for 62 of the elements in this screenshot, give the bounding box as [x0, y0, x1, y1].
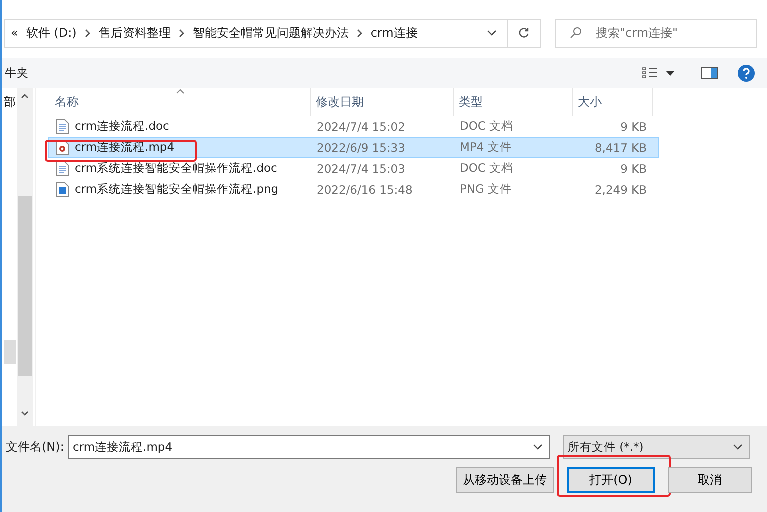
filename-value: crm连接流程.mp4: [73, 440, 173, 454]
view-options-icon[interactable]: [642, 67, 658, 79]
column-header[interactable]: 名称: [36, 88, 311, 116]
chevron-right-icon: [84, 28, 91, 38]
nav-item[interactable]: 部: [4, 94, 16, 111]
search-icon: [570, 26, 582, 38]
type-cell-text: MP4 文件: [459, 140, 513, 155]
type-cell-text: DOC 文档: [459, 161, 515, 176]
help-icon[interactable]: [738, 64, 755, 82]
size-cell-text: 8,417 KB: [594, 140, 648, 154]
type-cell-text: PNG 文件: [459, 182, 514, 197]
file-row[interactable]: crm连接流程.mp4 2022/6/9 15:33 MP4 文件 8,417 KB: [48, 137, 659, 158]
file-type-value: 所有文件 (*.*): [568, 440, 644, 454]
date-cell-text: 2024/7/4 15:02: [316, 120, 406, 134]
file-type-dropdown[interactable]: 所有文件 (*.*): [563, 435, 750, 459]
scroll-up-icon[interactable]: [21, 94, 29, 99]
scrollbar-thumb[interactable]: [18, 196, 32, 376]
date-cell-text: 2022/6/16 15:48: [316, 182, 414, 196]
image-file-icon: [56, 182, 69, 197]
chevron-down-icon: [533, 444, 543, 450]
document-icon: [56, 119, 69, 134]
filename-label: 文件名(N):: [6, 438, 66, 456]
file-name: crm系统连接智能安全帽操作流程.doc: [75, 161, 278, 176]
dropdown-icon: [487, 30, 497, 36]
column-header[interactable]: 类型: [454, 88, 573, 116]
scrollbar-thumb[interactable]: [4, 340, 16, 364]
address-bar[interactable]: « 软件 (D:) 售后资料整理 智能安全帽常见问题解决办法 crm连接: [4, 18, 507, 48]
overflow-button[interactable]: «: [11, 26, 18, 40]
document-icon: [56, 161, 69, 176]
file-name: crm连接流程.doc: [75, 119, 170, 134]
refresh-button[interactable]: [507, 18, 541, 48]
breadcrumb-item[interactable]: 软件 (D:): [26, 24, 77, 42]
scroll-down-icon[interactable]: [21, 411, 29, 416]
filename-field[interactable]: crm连接流程.mp4: [68, 435, 550, 459]
column-header[interactable]: 修改日期: [311, 88, 454, 116]
cancel-button[interactable]: 取消: [668, 467, 752, 493]
search-field[interactable]: 搜索"crm连接": [555, 18, 757, 48]
caret-icon[interactable]: [666, 70, 675, 76]
file-name: crm系统连接智能安全帽操作流程.png: [75, 182, 279, 197]
date-cell-text: 2022/6/9 15:33: [316, 140, 406, 154]
file-row[interactable]: crm系统连接智能安全帽操作流程.doc 2024/7/4 15:03 DOC 文档 9 KB: [48, 158, 659, 179]
preview-pane-icon[interactable]: [701, 67, 718, 79]
size-cell-text: 2,249 KB: [594, 182, 648, 196]
breadcrumb-item[interactable]: crm连接: [370, 24, 418, 42]
scrollbar[interactable]: [17, 88, 33, 426]
type-cell-text: DOC 文档: [459, 119, 515, 134]
chevron-down-icon: [733, 444, 743, 450]
size-cell-text: 9 KB: [620, 162, 648, 176]
open-button[interactable]: 打开(O): [567, 467, 655, 493]
file-row[interactable]: crm系统连接智能安全帽操作流程.png 2022/6/16 15:48 PNG 文件 2,249 KB: [48, 179, 659, 200]
file-name: crm连接流程.mp4: [75, 140, 175, 155]
chevron-right-icon: [178, 28, 185, 38]
upload-button[interactable]: 从移动设备上传: [456, 467, 554, 493]
breadcrumb-item[interactable]: 售后资料整理: [98, 24, 171, 42]
refresh-icon: [518, 27, 530, 39]
file-row[interactable]: crm连接流程.doc 2024/7/4 15:02 DOC 文档 9 KB: [48, 116, 659, 137]
chevron-right-icon: [356, 28, 363, 38]
breadcrumb-item[interactable]: 智能安全帽常见问题解决办法: [192, 24, 349, 42]
toolbar-label[interactable]: 牛夹: [5, 66, 29, 80]
size-cell-text: 9 KB: [620, 120, 648, 134]
date-cell-text: 2024/7/4 15:03: [316, 162, 406, 176]
column-header[interactable]: 大小: [573, 88, 653, 116]
